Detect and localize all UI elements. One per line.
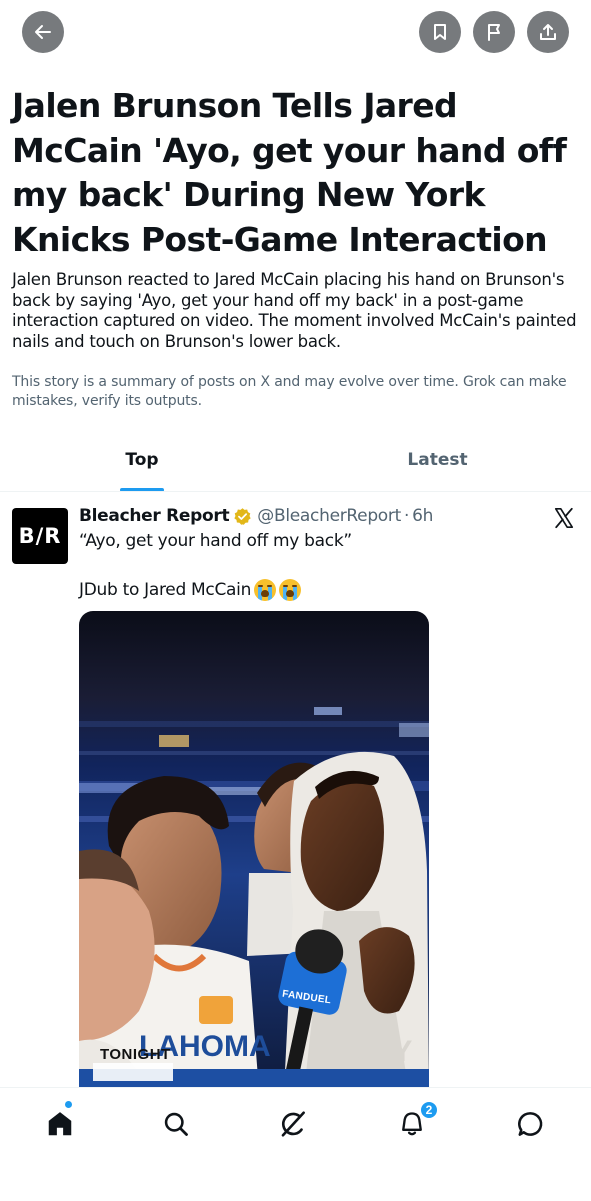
story-summary: Jalen Brunson reacted to Jared McCain pl… — [12, 270, 577, 351]
post-text-caption: JDub to Jared McCain — [79, 579, 302, 601]
top-bar — [0, 11, 591, 53]
search-icon — [162, 1110, 190, 1143]
tab-latest[interactable]: Latest — [284, 436, 591, 492]
home-unread-dot — [65, 1101, 72, 1108]
back-button[interactable] — [22, 11, 64, 53]
home-icon — [45, 1109, 75, 1144]
avatar[interactable]: B/R — [12, 508, 68, 564]
divider — [0, 491, 591, 492]
video-overlay-label: TONIGHT — [100, 1046, 171, 1063]
report-button[interactable] — [473, 11, 515, 53]
loudly-crying-face-emoji — [279, 579, 302, 601]
post-timestamp[interactable]: 6h — [412, 506, 433, 526]
story-title: Jalen Brunson Tells Jared McCain 'Ayo, g… — [12, 86, 567, 259]
post-header: Bleacher Report @BleacherReport · 6h — [79, 503, 433, 529]
post-caption-text: JDub to Jared McCain — [79, 580, 252, 600]
arrow-left-icon — [33, 22, 53, 42]
author-handle[interactable]: @BleacherReport — [257, 506, 401, 526]
flag-icon — [484, 22, 504, 42]
tab-latest-label: Latest — [407, 450, 468, 470]
share-icon — [538, 22, 558, 42]
svg-text:CITY: CITY — [344, 1035, 412, 1068]
bottom-navigation — [0, 1087, 591, 1201]
post-video-thumbnail[interactable]: LAHOMA CITY — [79, 611, 429, 1091]
tab-bar: Top Latest — [0, 436, 591, 492]
separator-dot: · — [403, 506, 410, 526]
grok-icon — [278, 1109, 308, 1144]
tab-top-label: Top — [125, 450, 159, 470]
x-logo-icon — [553, 507, 575, 534]
loudly-crying-face-emoji — [254, 579, 277, 601]
verified-badge-icon — [233, 507, 252, 526]
author-name[interactable]: Bleacher Report — [79, 506, 230, 526]
nav-messages[interactable] — [511, 1106, 551, 1146]
nav-search[interactable] — [156, 1106, 196, 1146]
grok-disclaimer: This story is a summary of posts on X an… — [12, 374, 567, 409]
post-text-quote: “Ayo, get your hand off my back” — [79, 531, 352, 551]
nav-home[interactable] — [40, 1106, 80, 1146]
messages-icon — [516, 1109, 546, 1144]
notifications-count-badge: 2 — [420, 1101, 438, 1119]
nav-grok[interactable] — [273, 1106, 313, 1146]
bookmark-button[interactable] — [419, 11, 461, 53]
share-button[interactable] — [527, 11, 569, 53]
bookmark-icon — [430, 22, 450, 42]
tab-top[interactable]: Top — [0, 436, 284, 492]
